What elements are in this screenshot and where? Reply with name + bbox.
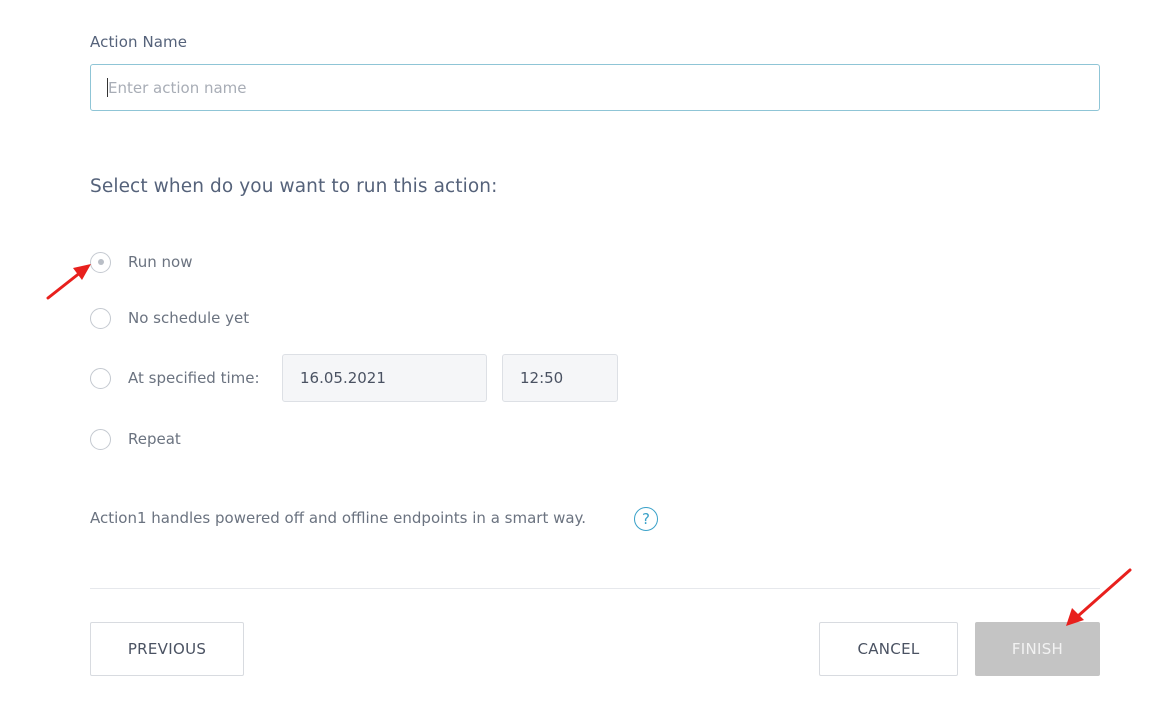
radio-label: No schedule yet — [128, 309, 250, 327]
question-circle-icon[interactable]: ? — [634, 507, 658, 531]
radio-option-specified-time[interactable]: At specified time: — [90, 366, 260, 390]
radio-button[interactable] — [90, 367, 111, 389]
finish-button[interactable]: FINISH — [975, 622, 1100, 676]
cancel-button[interactable]: CANCEL — [819, 622, 958, 676]
radio-option-repeat[interactable]: Repeat — [90, 427, 181, 451]
action-name-input[interactable] — [90, 64, 1100, 111]
red-arrow-icon — [1066, 568, 1132, 626]
time-field[interactable]: 12:50 — [502, 354, 618, 402]
radio-option-run-now[interactable]: Run now — [90, 250, 192, 274]
help-symbol: ? — [642, 510, 650, 528]
radio-label: Repeat — [128, 430, 181, 448]
radio-button[interactable] — [90, 428, 111, 450]
previous-button[interactable]: PREVIOUS — [90, 622, 244, 676]
radio-button-checked[interactable] — [90, 251, 111, 273]
footer-divider — [90, 588, 1100, 589]
radio-label: Run now — [128, 253, 193, 271]
date-field[interactable]: 16.05.2021 — [282, 354, 487, 402]
radio-button[interactable] — [90, 307, 111, 329]
offline-endpoints-info-text: Action1 handles powered off and offline … — [90, 509, 587, 527]
text-caret — [107, 78, 108, 97]
action-name-label: Action Name — [90, 33, 188, 51]
radio-option-no-schedule[interactable]: No schedule yet — [90, 306, 249, 330]
red-arrow-icon — [46, 264, 91, 300]
create-action-schedule-step: Action Name Select when do you want to r… — [0, 0, 1168, 701]
radio-label: At specified time: — [128, 369, 260, 387]
schedule-section-title: Select when do you want to run this acti… — [90, 176, 498, 197]
